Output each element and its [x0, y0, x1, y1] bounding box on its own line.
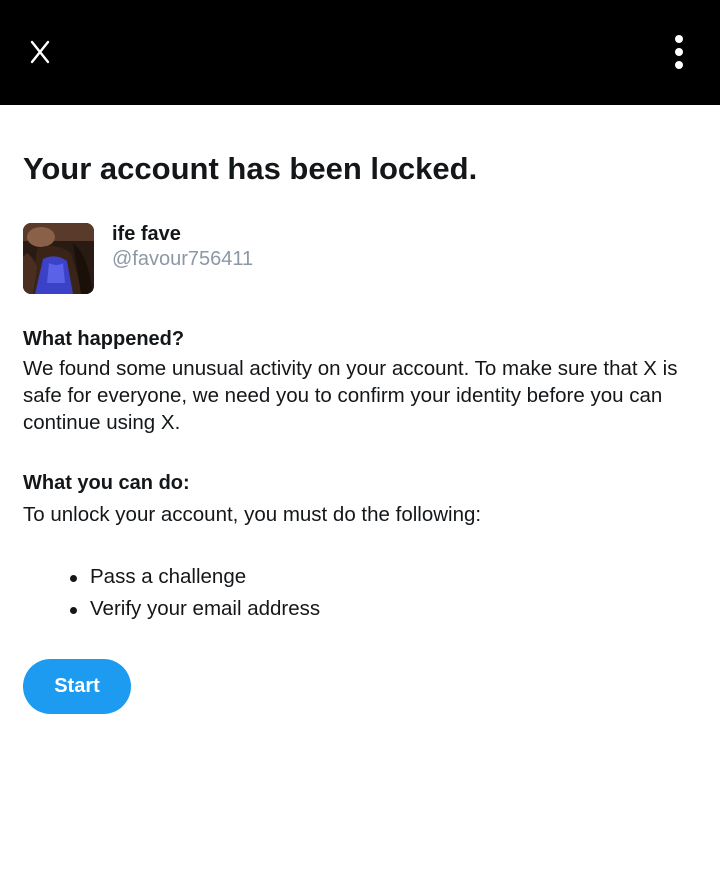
- list-item: Verify your email address: [23, 593, 320, 625]
- top-bar: [0, 0, 720, 105]
- page-title: Your account has been locked.: [23, 151, 478, 186]
- user-handle: @favour756411: [112, 248, 254, 270]
- what-you-can-do-text: To unlock your account, you must do the …: [23, 503, 482, 526]
- what-happened-heading: What happened?: [23, 328, 185, 350]
- avatar-image: [23, 223, 94, 294]
- list-item: Pass a challenge: [23, 561, 320, 593]
- more-vertical-icon: [675, 35, 683, 69]
- steps-list: Pass a challenge Verify your email addre…: [23, 561, 320, 625]
- avatar[interactable]: [23, 223, 94, 294]
- close-button[interactable]: [22, 34, 58, 70]
- what-happened-text: We found some unusual activity on your a…: [23, 357, 678, 434]
- user-name: ife fave: [112, 223, 181, 245]
- what-you-can-do-heading: What you can do:: [23, 472, 190, 494]
- start-button[interactable]: Start: [23, 659, 131, 714]
- more-options-button[interactable]: [660, 30, 698, 74]
- close-icon: [30, 40, 50, 64]
